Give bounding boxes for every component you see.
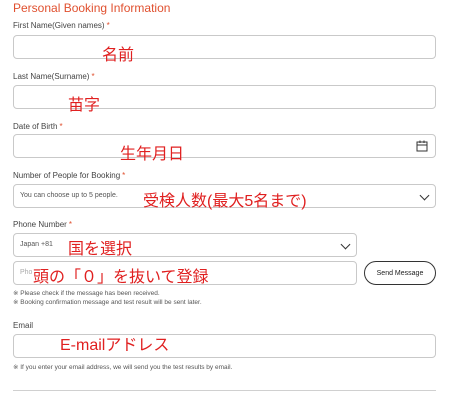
first-name-annotation: 名前: [102, 47, 135, 64]
first-name-input[interactable]: [13, 35, 436, 59]
required-mark: *: [91, 72, 95, 81]
required-mark: *: [68, 220, 72, 229]
people-annotation: 受検人数(最大5名まで): [143, 193, 307, 210]
dob-annotation: 生年月日: [120, 146, 185, 163]
email-label: Email: [13, 321, 34, 330]
section-title: Personal Booking Information: [13, 1, 171, 15]
phone-annotation: 頭の「０」を抜いて登録: [33, 269, 209, 286]
phone-note-2: ※ Booking confirmation message and test …: [13, 299, 202, 306]
email-note: ※ If you enter your email address, we wi…: [13, 364, 233, 371]
people-label: Number of People for Booking *: [13, 171, 126, 180]
send-message-button[interactable]: Send Message: [364, 261, 436, 285]
divider: [13, 390, 436, 391]
phone-number-placeholder: Pho: [20, 269, 33, 276]
country-annotation: 国を選択: [68, 241, 133, 258]
first-name-label: First Name(Given names) *: [13, 21, 110, 30]
dob-input[interactable]: [13, 134, 436, 158]
country-code-value: Japan +81: [20, 241, 53, 248]
email-annotation: E-mailアドレス: [60, 337, 170, 354]
required-mark: *: [106, 21, 110, 30]
last-name-annotation: 苗字: [68, 97, 101, 114]
people-select-value: You can choose up to 5 people.: [20, 192, 118, 199]
dob-label: Date of Birth *: [13, 122, 63, 131]
calendar-icon[interactable]: [416, 140, 428, 152]
last-name-label: Last Name(Surname) *: [13, 72, 95, 81]
required-mark: *: [59, 122, 63, 131]
phone-note-1: ※ Please check if the message has been r…: [13, 290, 160, 297]
phone-label: Phone Number *: [13, 220, 72, 229]
required-mark: *: [122, 171, 126, 180]
country-code-select[interactable]: [13, 233, 357, 257]
